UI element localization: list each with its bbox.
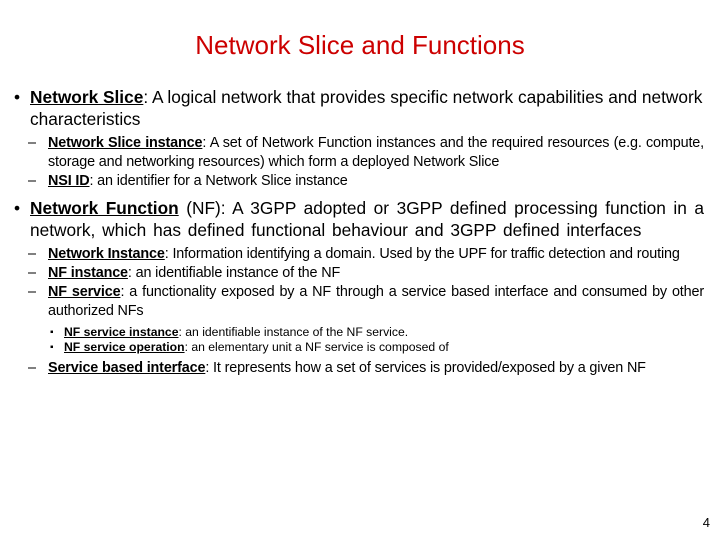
sub-bullet-nsi-id: – NSI ID: an identifier for a Network Sl… bbox=[14, 172, 704, 191]
term-network-function: Network Function bbox=[30, 198, 179, 218]
slide-title: Network Slice and Functions bbox=[195, 30, 525, 60]
dash-icon: – bbox=[28, 360, 36, 376]
sub-bullet-network-slice-instance: – Network Slice instance: A set of Netwo… bbox=[14, 134, 704, 172]
sub-bullet-service-based-interface: – Service based interface: It represents… bbox=[14, 359, 704, 378]
square-bullet-icon: ▪ bbox=[50, 327, 54, 338]
term-nf-service: NF service bbox=[48, 284, 121, 300]
dash-icon: – bbox=[28, 173, 36, 189]
term-nsi-id: NSI ID bbox=[48, 173, 90, 189]
bullet-icon: • bbox=[14, 87, 21, 107]
term-nf-service-instance: NF service instance bbox=[64, 325, 179, 339]
sub-bullet-nf-instance: – NF instance: an identifiable instance … bbox=[14, 264, 704, 283]
definition-network-instance: : Information identifying a domain. Used… bbox=[164, 246, 680, 262]
sub-bullet-nf-service: – NF service: a functionality exposed by… bbox=[14, 283, 704, 321]
page-number: 4 bbox=[702, 515, 710, 530]
term-nf-instance: NF instance bbox=[48, 265, 128, 281]
term-network-slice-instance: Network Slice instance bbox=[48, 135, 203, 151]
term-service-based-interface: Service based interface bbox=[48, 360, 206, 376]
definition-service-based-interface: : It represents how a set of services is… bbox=[205, 360, 646, 376]
dash-icon: – bbox=[28, 135, 36, 151]
definition-nf-service-instance: : an identifiable instance of the NF ser… bbox=[178, 325, 409, 339]
term-network-slice: Network Slice bbox=[30, 87, 144, 107]
bullet-icon: • bbox=[14, 198, 21, 218]
dash-icon: – bbox=[28, 246, 36, 262]
definition-nf-service-operation: : an elementary unit a NF service is com… bbox=[184, 340, 449, 354]
term-nf-service-operation: NF service operation bbox=[64, 340, 185, 354]
bullet-network-function: • Network Function (NF): A 3GPP adopted … bbox=[14, 197, 704, 241]
sub-sub-bullet-nf-service-operation: ▪ NF service operation: an elementary un… bbox=[14, 340, 704, 355]
sub-bullet-network-instance: – Network Instance: Information identify… bbox=[14, 245, 704, 264]
dash-icon: – bbox=[28, 265, 36, 281]
bullet-network-slice: • Network Slice: A logical network that … bbox=[14, 86, 704, 130]
sub-sub-bullet-nf-service-instance: ▪ NF service instance: an identifiable i… bbox=[14, 325, 704, 340]
definition-nsi-id: : an identifier for a Network Slice inst… bbox=[89, 173, 348, 189]
term-network-instance: Network Instance bbox=[48, 246, 165, 262]
definition-nf-service: : a functionality exposed by a NF throug… bbox=[48, 284, 704, 319]
square-bullet-icon: ▪ bbox=[50, 342, 54, 353]
slide-content: • Network Slice: A logical network that … bbox=[14, 86, 704, 378]
definition-nf-instance: : an identifiable instance of the NF bbox=[127, 265, 341, 281]
dash-icon: – bbox=[28, 284, 36, 300]
